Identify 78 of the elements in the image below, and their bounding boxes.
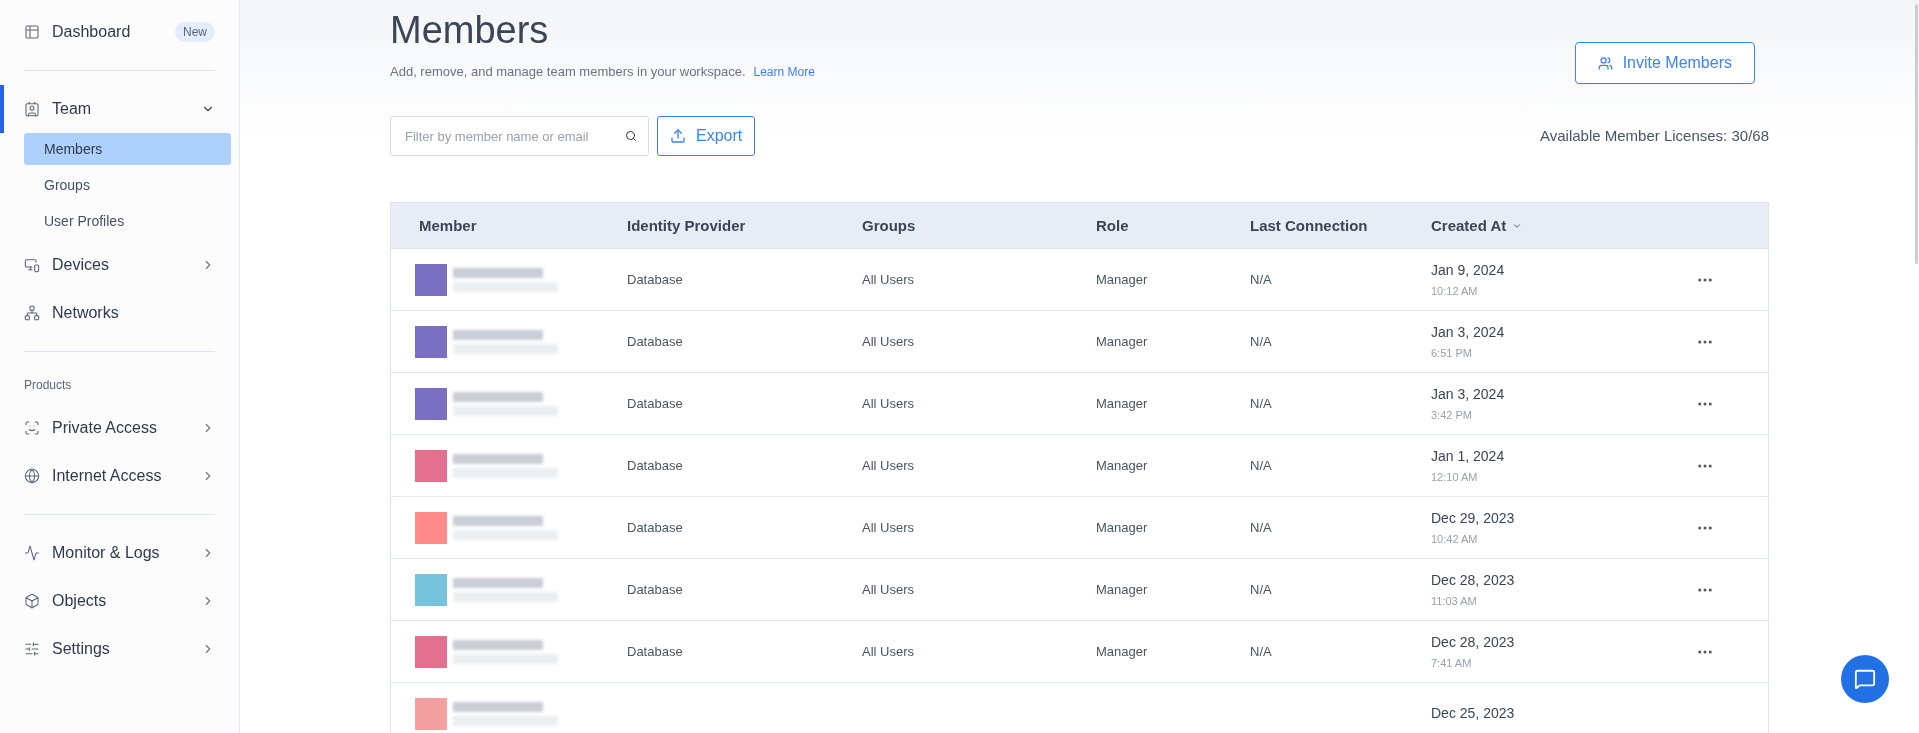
- table-cell: N/A: [1250, 395, 1272, 411]
- nav-item[interactable]: Private Access: [0, 404, 215, 452]
- created-time: 12:10 AM: [1431, 469, 1479, 485]
- nav-item[interactable]: Settings: [0, 625, 215, 673]
- created-time: 10:12 AM: [1431, 283, 1479, 299]
- section-heading: Products: [24, 377, 73, 394]
- created-date: Dec 28, 2023: [1431, 570, 1516, 590]
- table-cell: All Users: [862, 457, 914, 473]
- nav-label: Team: [52, 99, 93, 119]
- table-cell: Manager: [1096, 643, 1148, 659]
- created-date: Jan 9, 2024: [1431, 260, 1506, 280]
- created-date: Dec 25, 2023: [1431, 704, 1516, 723]
- created-date: Jan 1, 2024: [1431, 446, 1506, 466]
- table-cell: All Users: [862, 581, 914, 597]
- nav-label: Objects: [52, 591, 108, 611]
- table-cell: Database: [627, 395, 683, 411]
- column-header[interactable]: Member: [419, 214, 477, 237]
- nav-item[interactable]: Internet Access: [0, 452, 215, 500]
- created-time: 6:51 PM: [1431, 345, 1473, 361]
- table-cell: All Users: [862, 395, 914, 411]
- table-cell: Database: [627, 457, 683, 473]
- nav-item[interactable]: Devices: [0, 241, 215, 289]
- table-cell: N/A: [1250, 333, 1272, 349]
- table-cell: N/A: [1250, 457, 1272, 473]
- table-cell: Database: [627, 333, 683, 349]
- table-cell: N/A: [1250, 271, 1272, 287]
- column-header[interactable]: Role: [1096, 214, 1129, 237]
- created-time: 10:42 AM: [1431, 531, 1479, 547]
- table-cell: Database: [627, 519, 683, 535]
- table-cell: Manager: [1096, 581, 1148, 597]
- created-time: 11:03 AM: [1431, 593, 1478, 609]
- table-cell: Database: [627, 581, 683, 597]
- created-date: Dec 28, 2023: [1431, 632, 1516, 652]
- nav-item[interactable]: Networks: [0, 289, 215, 337]
- table-cell: Database: [627, 271, 683, 287]
- new-badge: New: [175, 22, 215, 42]
- nav-label: Monitor & Logs: [52, 543, 161, 563]
- created-date: Jan 3, 2024: [1431, 384, 1506, 404]
- column-header[interactable]: Groups: [862, 214, 916, 237]
- table-cell: Manager: [1096, 519, 1148, 535]
- nav-label: Networks: [52, 303, 120, 323]
- nav-item[interactable]: Dashboard New: [0, 8, 215, 56]
- nav-label: Dashboard: [52, 22, 132, 42]
- learn-more-link[interactable]: Learn More: [753, 62, 815, 81]
- nav-item[interactable]: Objects: [0, 577, 215, 625]
- nav-label: Devices: [52, 255, 110, 275]
- nav-subitem[interactable]: Groups: [24, 169, 231, 201]
- column-header[interactable]: Identity Provider: [627, 214, 746, 237]
- table-cell: N/A: [1250, 643, 1272, 659]
- created-time: 7:41 AM: [1431, 655, 1473, 671]
- table-cell: All Users: [862, 271, 914, 287]
- table-cell: N/A: [1250, 581, 1272, 597]
- export-button[interactable]: Export: [657, 116, 756, 156]
- column-header[interactable]: Created At: [1431, 214, 1523, 237]
- nav-subitem[interactable]: User Profiles: [24, 205, 231, 237]
- table-cell: Manager: [1096, 333, 1148, 349]
- invite-members-button[interactable]: Invite Members: [1574, 42, 1755, 84]
- created-date: Dec 29, 2023: [1431, 508, 1516, 528]
- table-cell: N/A: [1250, 519, 1272, 535]
- table-cell: Manager: [1096, 457, 1148, 473]
- nav-subitem[interactable]: Members: [24, 133, 231, 165]
- table-cell: All Users: [862, 333, 914, 349]
- licenses-count: Available Member Licenses: 30/68: [1539, 125, 1769, 146]
- column-header[interactable]: Last Connection: [1250, 214, 1368, 237]
- table-cell: All Users: [862, 519, 914, 535]
- table-cell: All Users: [862, 643, 914, 659]
- nav-item[interactable]: Monitor & Logs: [0, 529, 215, 577]
- table-cell: Manager: [1096, 395, 1148, 411]
- search-field[interactable]: Filter by member name or email: [390, 116, 649, 156]
- nav-label: Internet Access: [52, 466, 163, 486]
- created-date: Jan 3, 2024: [1431, 322, 1506, 342]
- table-cell: Manager: [1096, 271, 1148, 287]
- page-subtitle: Add, remove, and manage team members in your workspace.: [390, 63, 746, 81]
- page-title: Members: [390, 8, 550, 53]
- nav-label: Settings: [52, 639, 111, 659]
- created-time: 3:42 PM: [1431, 407, 1473, 423]
- nav-label: Private Access: [52, 418, 158, 438]
- table-cell: Database: [627, 643, 683, 659]
